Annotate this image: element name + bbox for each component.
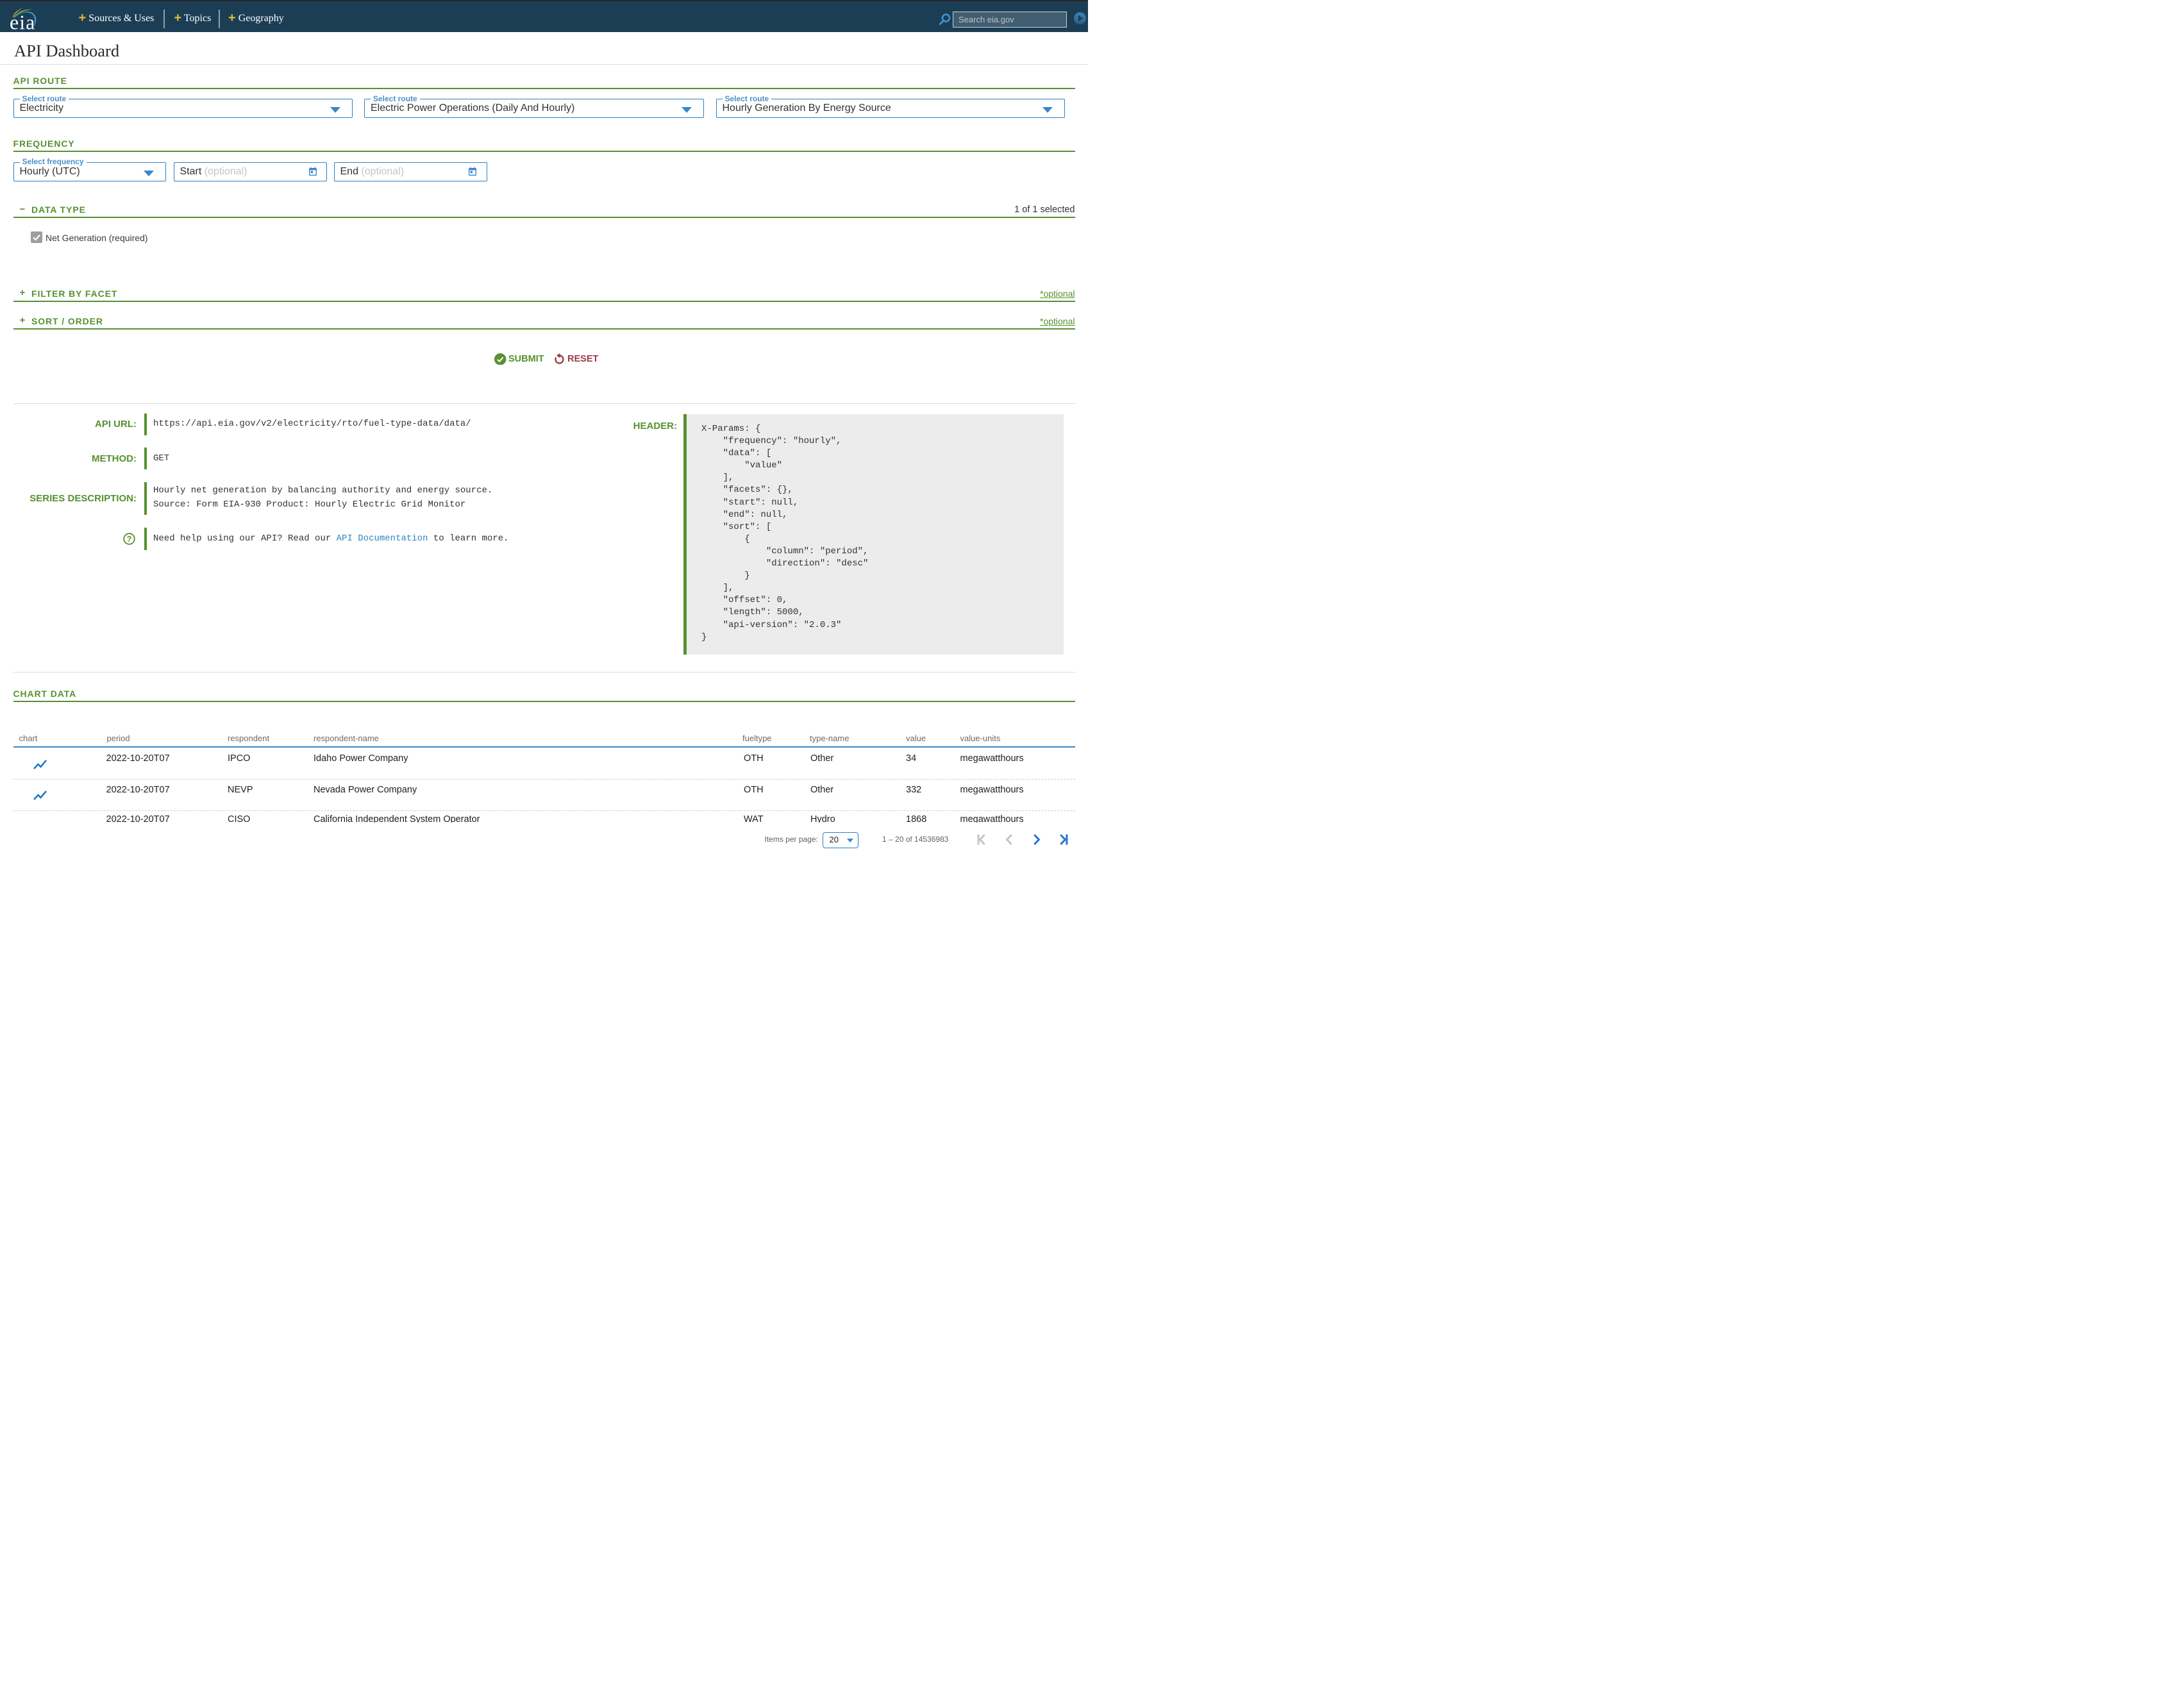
svg-text:eia: eia <box>10 11 35 32</box>
svg-text:?: ? <box>127 535 132 544</box>
